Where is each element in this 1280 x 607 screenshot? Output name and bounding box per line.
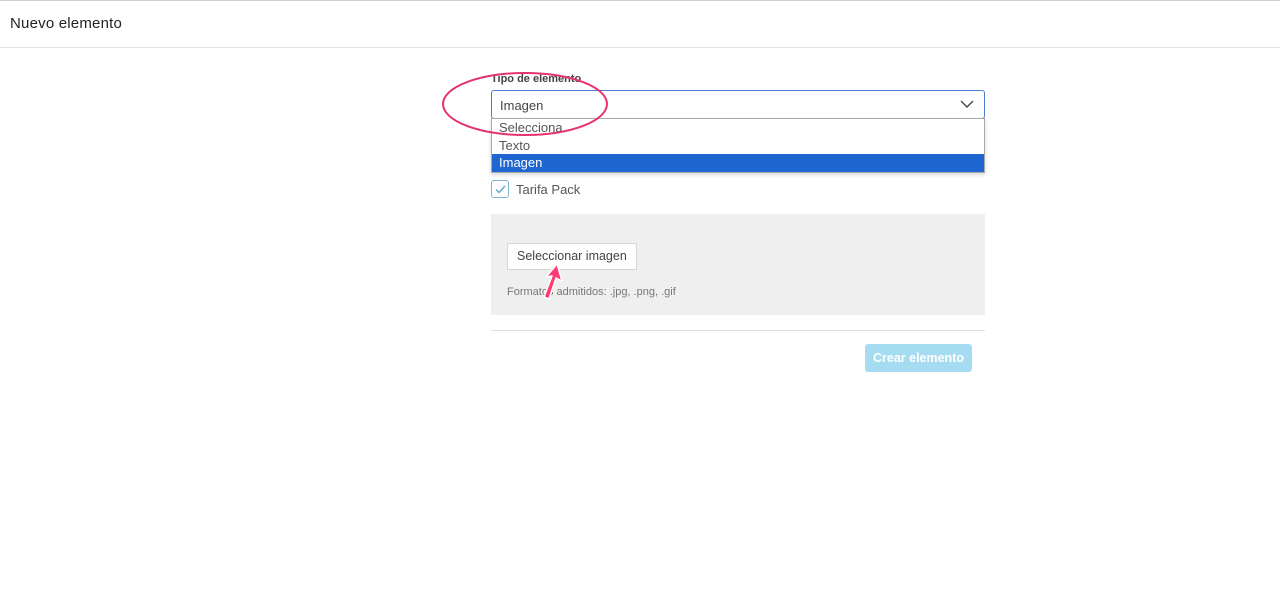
page-title: Nuevo elemento <box>10 15 123 32</box>
allowed-formats-text: Formatos admitidos: .jpg, .png, .gif <box>507 286 676 298</box>
check-icon <box>495 185 506 194</box>
element-type-dropdown: Selecciona Texto Imagen <box>491 118 985 173</box>
element-type-selected-value: Imagen <box>500 98 544 113</box>
option-selecciona[interactable]: Selecciona <box>492 119 984 137</box>
tarifa-pack-label: Tarifa Pack <box>516 182 581 197</box>
form-divider <box>491 330 985 331</box>
option-texto[interactable]: Texto <box>492 137 984 155</box>
tarifa-pack-checkbox[interactable] <box>491 180 509 198</box>
chevron-down-icon <box>960 100 974 108</box>
option-imagen[interactable]: Imagen <box>492 154 984 172</box>
select-image-button[interactable]: Seleccionar imagen <box>507 243 637 270</box>
element-type-select[interactable]: Imagen <box>491 90 985 119</box>
create-element-button[interactable]: Crear elemento <box>865 344 972 372</box>
image-upload-area: Seleccionar imagen Formatos admitidos: .… <box>491 214 985 315</box>
element-type-label: Tipo de elemento <box>491 73 582 85</box>
page-header: Nuevo elemento <box>0 1 1280 48</box>
